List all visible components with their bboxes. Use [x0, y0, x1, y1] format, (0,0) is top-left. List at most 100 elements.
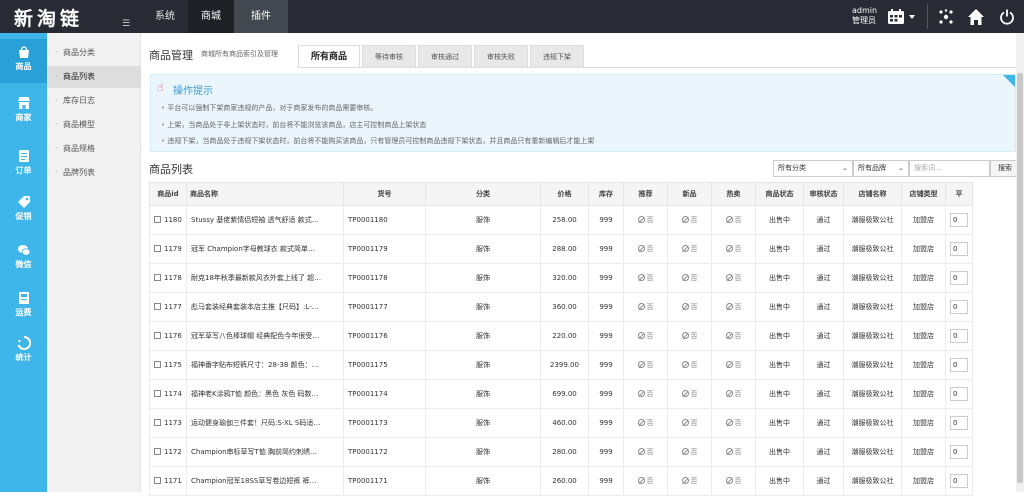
app-logo[interactable]: 新淘链: [14, 4, 83, 31]
top-nav-mall[interactable]: 商城: [188, 0, 234, 33]
col-header[interactable]: 商品id: [149, 182, 187, 206]
row-checkbox[interactable]: [154, 245, 161, 252]
table-row[interactable]: 1177 彪马套装经典套装本店主推【尺码】:L-… TP0001177 服饰 360.0…: [149, 292, 973, 322]
home-icon[interactable]: [966, 7, 986, 27]
scrollbar-thumb[interactable]: [1017, 73, 1023, 483]
recommend-toggle[interactable]: 否: [623, 263, 668, 293]
page-subtitle: 商城所有商品索引及管理: [201, 50, 278, 58]
category-select[interactable]: 所有分类 ⌄: [773, 160, 853, 177]
tab-approved[interactable]: 审核通过: [418, 45, 473, 68]
subnav-goods-model[interactable]: 商品模型: [47, 114, 141, 136]
module-goods[interactable]: 商品: [0, 39, 47, 83]
hot-toggle[interactable]: 否: [711, 466, 756, 496]
tab-violation-removed[interactable]: 违规下架: [530, 45, 585, 68]
tab-rejected[interactable]: 审核失败: [474, 45, 529, 68]
row-checkbox[interactable]: [154, 216, 161, 223]
recommend-toggle[interactable]: 否: [623, 205, 668, 235]
recommend-toggle[interactable]: 否: [623, 234, 668, 264]
sort-input[interactable]: 0: [950, 242, 968, 256]
new-toggle[interactable]: 否: [667, 263, 712, 293]
sort-input[interactable]: 0: [950, 445, 968, 459]
recommend-toggle[interactable]: 否: [623, 408, 668, 438]
row-checkbox[interactable]: [154, 274, 161, 281]
new-toggle[interactable]: 否: [667, 379, 712, 409]
subnav-goods-list[interactable]: 商品列表: [47, 66, 141, 88]
recommend-toggle[interactable]: 否: [623, 437, 668, 467]
hot-toggle[interactable]: 否: [711, 292, 756, 322]
table-row[interactable]: 1180 Stussy 基佬紫情侣短袖 透气舒适 款式… TP0001180 服饰 25…: [149, 205, 973, 235]
module-orders[interactable]: 订单: [0, 143, 47, 187]
new-toggle[interactable]: 否: [667, 205, 712, 235]
top-nav-system[interactable]: 系统: [142, 0, 188, 33]
module-merchant[interactable]: 商家: [0, 90, 47, 134]
tab-pending-review[interactable]: 等待审核: [362, 45, 417, 68]
table-row[interactable]: 1176 冠军草写八色棒球帽 经典配色今年很受… TP0001176 服饰 220.00…: [149, 321, 973, 351]
new-toggle[interactable]: 否: [667, 292, 712, 322]
subnav-brand-list[interactable]: 品牌列表: [47, 162, 141, 184]
recommend-toggle[interactable]: 否: [623, 321, 668, 351]
sort-input[interactable]: 0: [950, 300, 968, 314]
hot-toggle[interactable]: 否: [711, 437, 756, 467]
table-row[interactable]: 1174 福神老K涂鸦T恤 颜色：黑色 灰色 码数… TP0001174 服饰 699.…: [149, 379, 973, 409]
col-header[interactable]: 库存: [588, 182, 624, 206]
tab-all-goods[interactable]: 所有商品: [298, 45, 361, 68]
calendar-dropdown-icon[interactable]: [886, 7, 918, 27]
sort-input[interactable]: 0: [950, 329, 968, 343]
sort-input[interactable]: 0: [950, 474, 968, 488]
menu-toggle-icon[interactable]: ☰: [122, 19, 130, 29]
search-input[interactable]: 搜索词...: [909, 160, 990, 177]
hot-toggle[interactable]: 否: [711, 205, 756, 235]
sort-input[interactable]: 0: [950, 358, 968, 372]
subnav-goods-spec[interactable]: 商品规格: [47, 138, 141, 160]
sort-input[interactable]: 0: [950, 213, 968, 227]
new-toggle[interactable]: 否: [667, 321, 712, 351]
hot-toggle[interactable]: 否: [711, 321, 756, 351]
recommend-toggle[interactable]: 否: [623, 350, 668, 380]
row-checkbox[interactable]: [154, 332, 161, 339]
hot-toggle[interactable]: 否: [711, 234, 756, 264]
goods-status-cell: 出售中: [755, 205, 804, 235]
recommend-toggle[interactable]: 否: [623, 379, 668, 409]
subnav-category[interactable]: 商品分类: [47, 42, 141, 64]
recommend-toggle[interactable]: 否: [623, 466, 668, 496]
row-checkbox[interactable]: [154, 303, 161, 310]
table-row[interactable]: 1179 冠军 Champion字母教球衣 款式简单… TP0001179 服饰 288…: [149, 234, 973, 264]
sort-input[interactable]: 0: [950, 416, 968, 430]
row-checkbox[interactable]: [154, 390, 161, 397]
user-info[interactable]: admin 管理员: [852, 6, 877, 26]
top-nav-plugins[interactable]: 插件: [234, 0, 288, 33]
new-toggle[interactable]: 否: [667, 234, 712, 264]
power-icon[interactable]: [997, 7, 1017, 27]
table-row[interactable]: 1171 Champion冠军18SS草写卷边短裤 裤… TP0001171 服饰 26…: [149, 466, 973, 496]
subnav-stock-log[interactable]: 库存日志: [47, 90, 141, 112]
module-promotion[interactable]: 促销: [0, 189, 47, 233]
brand-select[interactable]: 所有品牌 ⌄: [853, 160, 909, 177]
module-freight[interactable]: 运费: [0, 285, 47, 329]
recommend-toggle[interactable]: 否: [623, 292, 668, 322]
hot-toggle[interactable]: 否: [711, 263, 756, 293]
new-toggle[interactable]: 否: [667, 466, 712, 496]
page-scrollbar[interactable]: [1016, 33, 1024, 492]
new-toggle[interactable]: 否: [667, 408, 712, 438]
module-stats[interactable]: 统计: [0, 330, 47, 374]
sort-input[interactable]: 0: [950, 387, 968, 401]
new-toggle[interactable]: 否: [667, 437, 712, 467]
collapse-corner-icon[interactable]: [1003, 75, 1015, 87]
col-header[interactable]: 价格: [540, 182, 589, 206]
module-wechat[interactable]: 微信: [0, 237, 47, 281]
table-row[interactable]: 1175 福神番字贴布短裤尺寸：28-38 颜色：… TP0001175 服饰 2399…: [149, 350, 973, 380]
table-row[interactable]: 1173 运动健身瑜伽三件套！尺码:S-XL S码适… TP0001173 服饰 460…: [149, 408, 973, 438]
hot-toggle[interactable]: 否: [711, 408, 756, 438]
hot-toggle[interactable]: 否: [711, 350, 756, 380]
sort-input[interactable]: 0: [950, 271, 968, 285]
row-checkbox[interactable]: [154, 448, 161, 455]
sitemap-icon[interactable]: [936, 7, 956, 27]
table-row[interactable]: 1172 Champion串标草写T恤 胸前简约刺绣… TP0001172 服饰 280…: [149, 437, 973, 467]
row-checkbox[interactable]: [154, 477, 161, 484]
row-checkbox[interactable]: [154, 361, 161, 368]
hot-toggle[interactable]: 否: [711, 379, 756, 409]
new-toggle[interactable]: 否: [667, 350, 712, 380]
wechat-icon: [17, 245, 30, 256]
row-checkbox[interactable]: [154, 419, 161, 426]
table-row[interactable]: 1178 耐克18年秋季最新款风衣外套上线了 超… TP0001178 服饰 320.0…: [149, 263, 973, 293]
